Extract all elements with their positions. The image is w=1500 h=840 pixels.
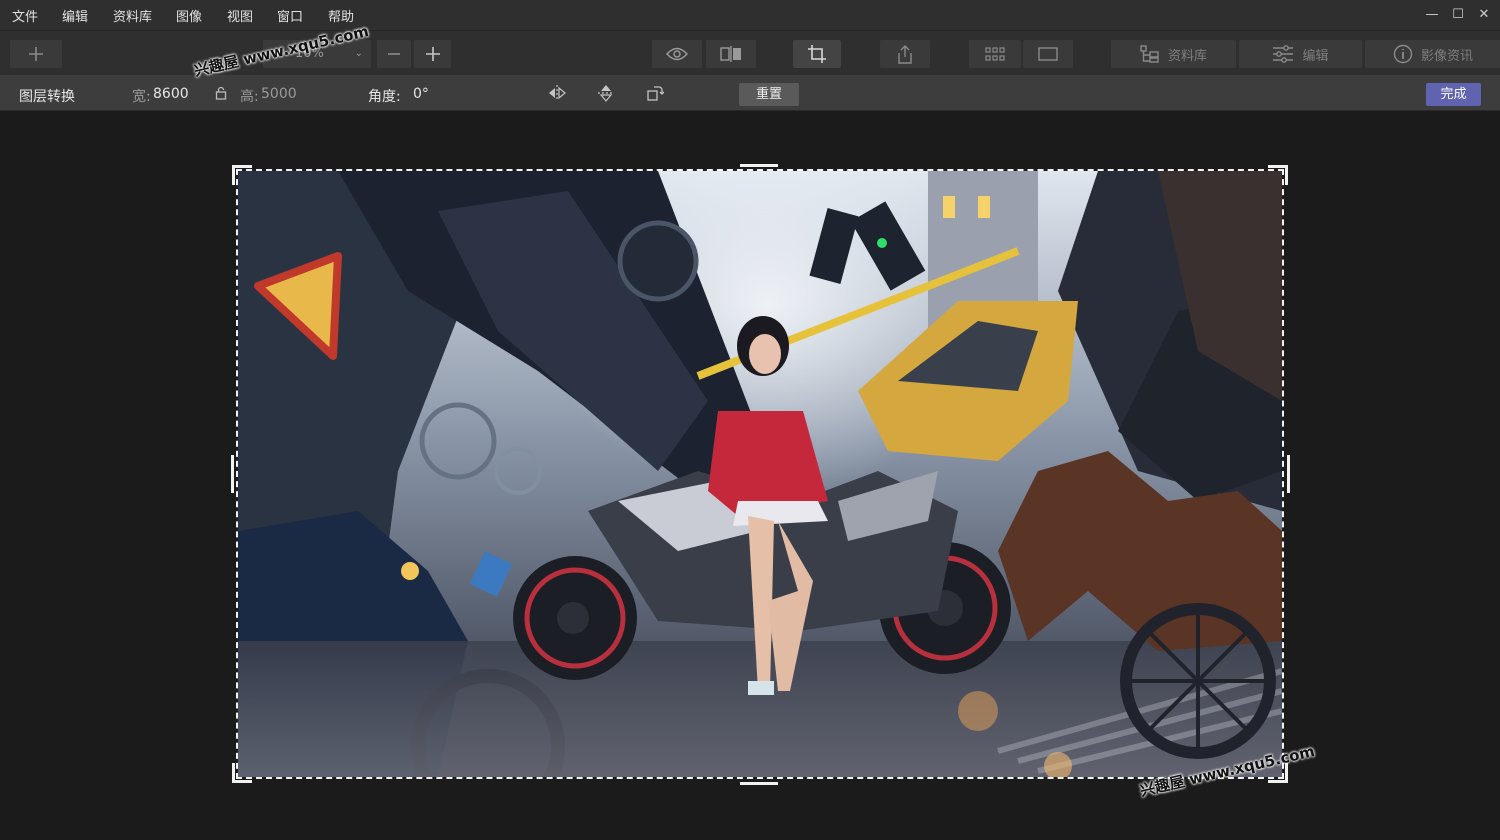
single-view-button[interactable]: [1023, 40, 1073, 68]
share-icon: [898, 45, 912, 64]
crop-handle-top[interactable]: [740, 164, 778, 167]
crop-handle-bottom-left-v[interactable]: [232, 763, 235, 783]
add-button[interactable]: [10, 40, 62, 68]
chevron-down-icon: ⌄: [354, 48, 363, 59]
library-tree-icon: [1140, 45, 1159, 63]
menu-file[interactable]: 文件: [12, 6, 38, 25]
menu-library[interactable]: 资料库: [113, 6, 152, 25]
transform-title: 图层转换: [19, 89, 75, 105]
crop-handle-right[interactable]: [1287, 455, 1290, 493]
minus-icon: [388, 53, 400, 55]
plus-icon: [29, 47, 43, 61]
library-tab-label: 资料库: [1167, 48, 1207, 64]
height-value[interactable]: 5000: [261, 86, 297, 102]
done-button[interactable]: 完成: [1426, 83, 1481, 106]
menu-edit[interactable]: 编辑: [62, 6, 88, 25]
height-label: 高:: [240, 89, 259, 105]
compare-button[interactable]: [706, 40, 756, 68]
zoom-out-button[interactable]: [377, 40, 411, 68]
plus-icon: [425, 47, 440, 61]
flip-horizontal-icon[interactable]: [547, 83, 567, 103]
crop-handle-top-left-v[interactable]: [232, 165, 235, 185]
width-label: 宽:: [132, 89, 151, 105]
flip-vertical-icon[interactable]: [596, 83, 616, 103]
menu-window[interactable]: 窗口: [277, 6, 303, 25]
menu-bar: 文件 编辑 资料库 图像 视图 窗口 帮助 — ☐ ✕: [0, 0, 1500, 30]
lock-icon[interactable]: [211, 83, 231, 103]
close-button[interactable]: ✕: [1471, 5, 1497, 25]
angle-value[interactable]: 0°: [413, 86, 429, 102]
info-tab-label: 影像资讯: [1420, 48, 1473, 64]
crop-icon: [808, 45, 826, 63]
sliders-icon: [1273, 45, 1294, 63]
artwork-image[interactable]: [238, 171, 1282, 777]
single-view-icon: [1038, 47, 1058, 61]
crop-handle-top-left[interactable]: [232, 165, 252, 168]
share-button[interactable]: [880, 40, 930, 68]
edit-tab-label: 编辑: [1302, 48, 1329, 64]
zoom-in-button[interactable]: [414, 40, 451, 68]
reset-button[interactable]: 重置: [739, 83, 799, 106]
eye-icon: [666, 47, 688, 61]
crop-handle-top-right-v[interactable]: [1285, 165, 1288, 185]
rotate-icon[interactable]: [645, 83, 665, 103]
library-tab[interactable]: 资料库: [1111, 40, 1236, 68]
edit-tab[interactable]: 编辑: [1239, 40, 1362, 68]
grid-icon: [985, 47, 1005, 61]
split-compare-icon: [720, 46, 741, 62]
info-icon: [1393, 44, 1413, 64]
menu-view[interactable]: 视图: [227, 6, 253, 25]
angle-label: 角度:: [368, 89, 401, 105]
crop-handle-left[interactable]: [231, 455, 234, 493]
crop-button[interactable]: [793, 40, 841, 68]
minimize-button[interactable]: —: [1419, 5, 1445, 25]
preview-button[interactable]: [652, 40, 702, 68]
crop-handle-bottom[interactable]: [740, 782, 778, 785]
crop-handle-bottom-left[interactable]: [232, 780, 252, 783]
grid-view-button[interactable]: [969, 40, 1021, 68]
width-value[interactable]: 8600: [153, 86, 189, 102]
illustration: [238, 171, 1282, 777]
menu-image[interactable]: 图像: [176, 6, 202, 25]
info-tab[interactable]: 影像资讯: [1365, 40, 1500, 68]
menu-help[interactable]: 帮助: [328, 6, 354, 25]
maximize-button[interactable]: ☐: [1445, 5, 1471, 25]
